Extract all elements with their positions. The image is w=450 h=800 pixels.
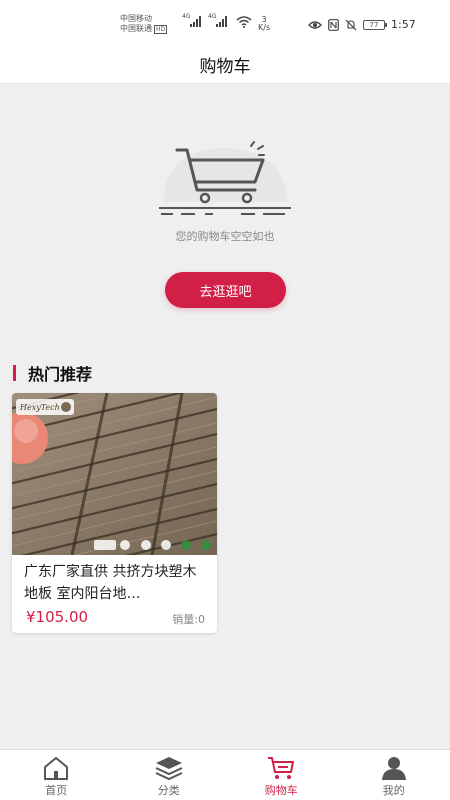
empty-cart-message: 您的购物车空空如也 — [175, 230, 275, 243]
tab-category-label: 分类 — [157, 784, 180, 797]
hd-badge: HD — [154, 25, 168, 34]
signal-1-tag: 4G — [182, 13, 191, 20]
hot-section-title: 热门推荐 — [28, 365, 93, 384]
battery-indicator: 77 — [363, 19, 387, 30]
user-icon — [381, 757, 406, 780]
signal-2-tag: 4G — [208, 13, 217, 20]
hot-section-header: 热门推荐 — [13, 362, 92, 384]
mute-bell-icon — [345, 19, 357, 30]
go-shopping-button[interactable]: 去逛逛吧 — [165, 272, 286, 308]
carrier-1: 中国移动 — [120, 14, 152, 23]
status-bar: 中国移动 中国联通 HD 4G 4G 3 K/s 77 1:57 — [0, 0, 450, 46]
eye-icon — [308, 20, 322, 29]
tab-category[interactable]: 分类 — [113, 750, 226, 800]
svg-text:HexyTech: HexyTech — [19, 403, 60, 412]
product-card[interactable]: HexyTech 广东厂家直供 共挤方块塑木地板 室内阳台地… ¥105.00 … — [12, 393, 217, 633]
nfc-icon — [328, 18, 339, 31]
cart-icon — [268, 757, 295, 779]
tab-profile-label: 我的 — [382, 784, 405, 797]
page-title: 购物车 — [199, 57, 251, 77]
signal-1-icon: 4G — [182, 13, 201, 30]
signal-2-icon: 4G — [208, 13, 227, 30]
empty-cart-icon — [159, 141, 291, 215]
battery-level: 77 — [369, 20, 379, 29]
home-icon — [44, 757, 69, 780]
section-accent-bar — [13, 365, 16, 381]
product-price: ¥105.00 — [26, 608, 89, 626]
carrier-2: 中国联通 — [120, 24, 152, 33]
tab-cart[interactable]: 购物车 — [225, 750, 338, 800]
product-sales: 销量:0 — [172, 613, 205, 626]
tab-home-label: 首页 — [45, 784, 68, 797]
clock: 1:57 — [391, 18, 416, 31]
page-header: 购物车 — [0, 46, 450, 84]
net-speed-unit: K/s — [258, 23, 271, 32]
tab-home[interactable]: 首页 — [0, 750, 113, 800]
status-icons: 77 1:57 — [308, 18, 416, 31]
layers-icon — [155, 757, 183, 781]
tab-cart-label: 购物车 — [264, 784, 298, 797]
product-name[interactable]: 广东厂家直供 共挤方块塑木地板 室内阳台地… — [24, 561, 208, 605]
carrier-info: 中国移动 中国联通 HD — [120, 14, 180, 34]
product-image[interactable]: HexyTech — [12, 393, 217, 555]
wifi-icon — [236, 16, 252, 28]
tab-profile[interactable]: 我的 — [338, 750, 450, 800]
go-shopping-label: 去逛逛吧 — [199, 284, 252, 300]
bottom-tab-bar: 首页 分类 购物车 我的 — [0, 749, 450, 800]
network-speed: 3 K/s — [258, 16, 270, 32]
